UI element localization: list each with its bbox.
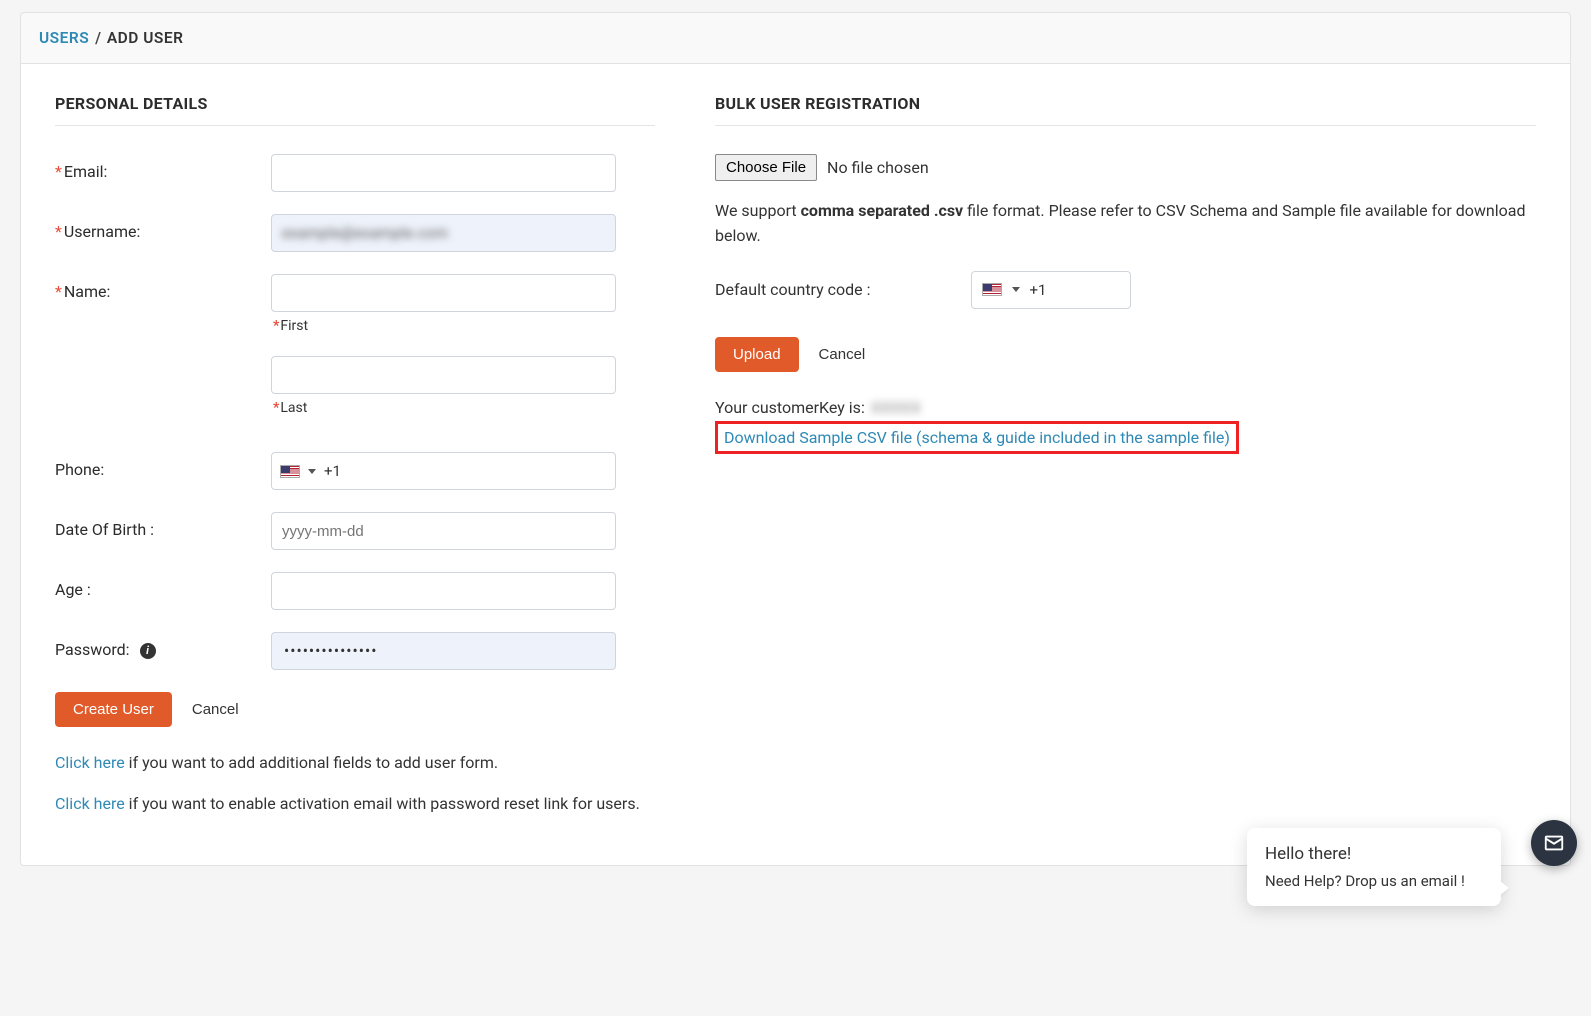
breadcrumb-separator: / bbox=[95, 29, 101, 47]
bulk-registration-title: BULK USER REGISTRATION bbox=[715, 94, 1536, 126]
email-label: *Email: bbox=[55, 154, 271, 181]
username-label: *Username: bbox=[55, 214, 271, 241]
breadcrumb-users-link[interactable]: USERS bbox=[39, 29, 89, 47]
csv-support-text: We support comma separated .csv file for… bbox=[715, 199, 1536, 249]
country-code-value: +1 bbox=[1030, 281, 1047, 299]
chevron-down-icon bbox=[308, 469, 316, 474]
username-field[interactable]: example@example.com bbox=[271, 214, 616, 252]
first-name-field[interactable] bbox=[271, 274, 616, 312]
help-activation-email: Click here if you want to enable activat… bbox=[55, 794, 655, 813]
dob-label: Date Of Birth : bbox=[55, 512, 271, 539]
create-user-button[interactable]: Create User bbox=[55, 692, 172, 727]
last-name-field[interactable] bbox=[271, 356, 616, 394]
choose-file-button[interactable]: Choose File bbox=[715, 154, 817, 181]
age-field[interactable] bbox=[271, 572, 616, 610]
chevron-down-icon bbox=[1012, 287, 1020, 292]
download-sample-csv-link[interactable]: Download Sample CSV file (schema & guide… bbox=[724, 428, 1230, 447]
customer-key-line: Your customerKey is: XXXXX bbox=[715, 398, 1536, 417]
us-flag-icon bbox=[982, 283, 1002, 296]
first-name-sublabel: *First bbox=[273, 318, 616, 334]
chat-fab-button[interactable] bbox=[1531, 820, 1577, 866]
phone-field[interactable]: +1 bbox=[271, 452, 616, 490]
personal-details-title: PERSONAL DETAILS bbox=[55, 94, 655, 126]
file-chosen-status: No file chosen bbox=[827, 158, 929, 177]
default-country-code-label: Default country code : bbox=[715, 280, 871, 299]
default-country-code-select[interactable]: +1 bbox=[971, 271, 1131, 309]
help-additional-fields: Click here if you want to add additional… bbox=[55, 753, 655, 772]
cancel-button[interactable]: Cancel bbox=[182, 692, 249, 727]
chat-popup[interactable]: Hello there! Need Help? Drop us an email… bbox=[1247, 828, 1501, 906]
mail-icon bbox=[1543, 832, 1565, 854]
dob-field[interactable] bbox=[271, 512, 616, 550]
info-icon[interactable]: i bbox=[140, 643, 156, 659]
name-label: *Name: bbox=[55, 274, 271, 301]
email-field[interactable] bbox=[271, 154, 616, 192]
chat-hello-text: Hello there! bbox=[1265, 844, 1483, 864]
phone-label: Phone: bbox=[55, 452, 271, 479]
click-here-activation-email[interactable]: Click here bbox=[55, 794, 125, 813]
phone-country-code: +1 bbox=[324, 462, 341, 480]
last-name-sublabel: *Last bbox=[273, 400, 616, 416]
breadcrumb: USERS / ADD USER bbox=[20, 12, 1571, 64]
bulk-cancel-button[interactable]: Cancel bbox=[809, 337, 876, 372]
us-flag-icon bbox=[280, 465, 300, 478]
password-field[interactable]: ••••••••••••••• bbox=[271, 632, 616, 670]
password-label: Password: i bbox=[55, 632, 271, 659]
click-here-additional-fields[interactable]: Click here bbox=[55, 753, 125, 772]
chat-help-text: Need Help? Drop us an email ! bbox=[1265, 872, 1483, 890]
customer-key-value: XXXXX bbox=[871, 398, 921, 417]
upload-button[interactable]: Upload bbox=[715, 337, 799, 372]
age-label: Age : bbox=[55, 572, 271, 599]
breadcrumb-current: ADD USER bbox=[107, 29, 184, 47]
